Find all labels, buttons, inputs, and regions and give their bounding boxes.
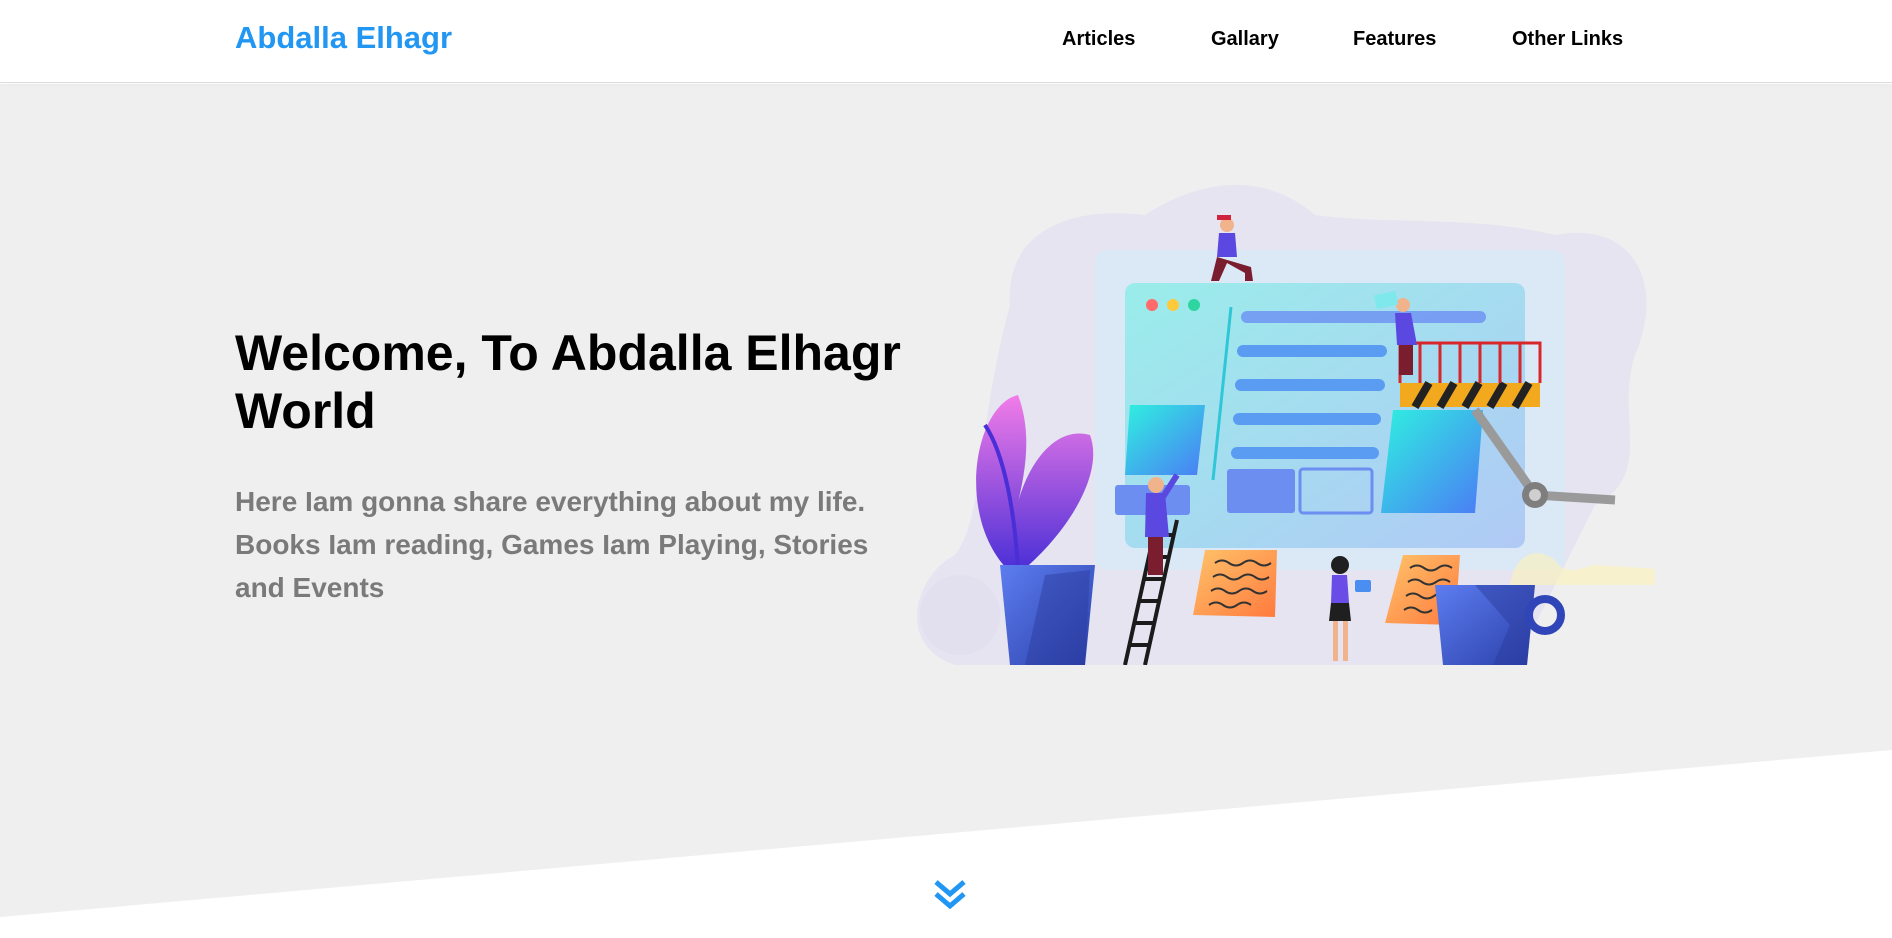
nav-link-articles[interactable]: Articles: [1062, 28, 1135, 51]
nav-link-features[interactable]: Features: [1353, 28, 1436, 51]
hero-title: Welcome, To Abdalla Elhagr World: [235, 325, 901, 439]
nav-link-gallary[interactable]: Gallary: [1211, 28, 1279, 51]
site-header: Abdalla Elhagr Articles Gallary Features…: [0, 0, 1892, 83]
site-logo[interactable]: Abdalla Elhagr: [235, 20, 452, 56]
web-building-illustration: [917, 184, 1655, 665]
nav-link-other-links[interactable]: Other Links: [1512, 28, 1623, 51]
double-chevron-down-icon[interactable]: [930, 876, 970, 916]
hero-description: Here Iam gonna share everything about my…: [235, 486, 869, 603]
